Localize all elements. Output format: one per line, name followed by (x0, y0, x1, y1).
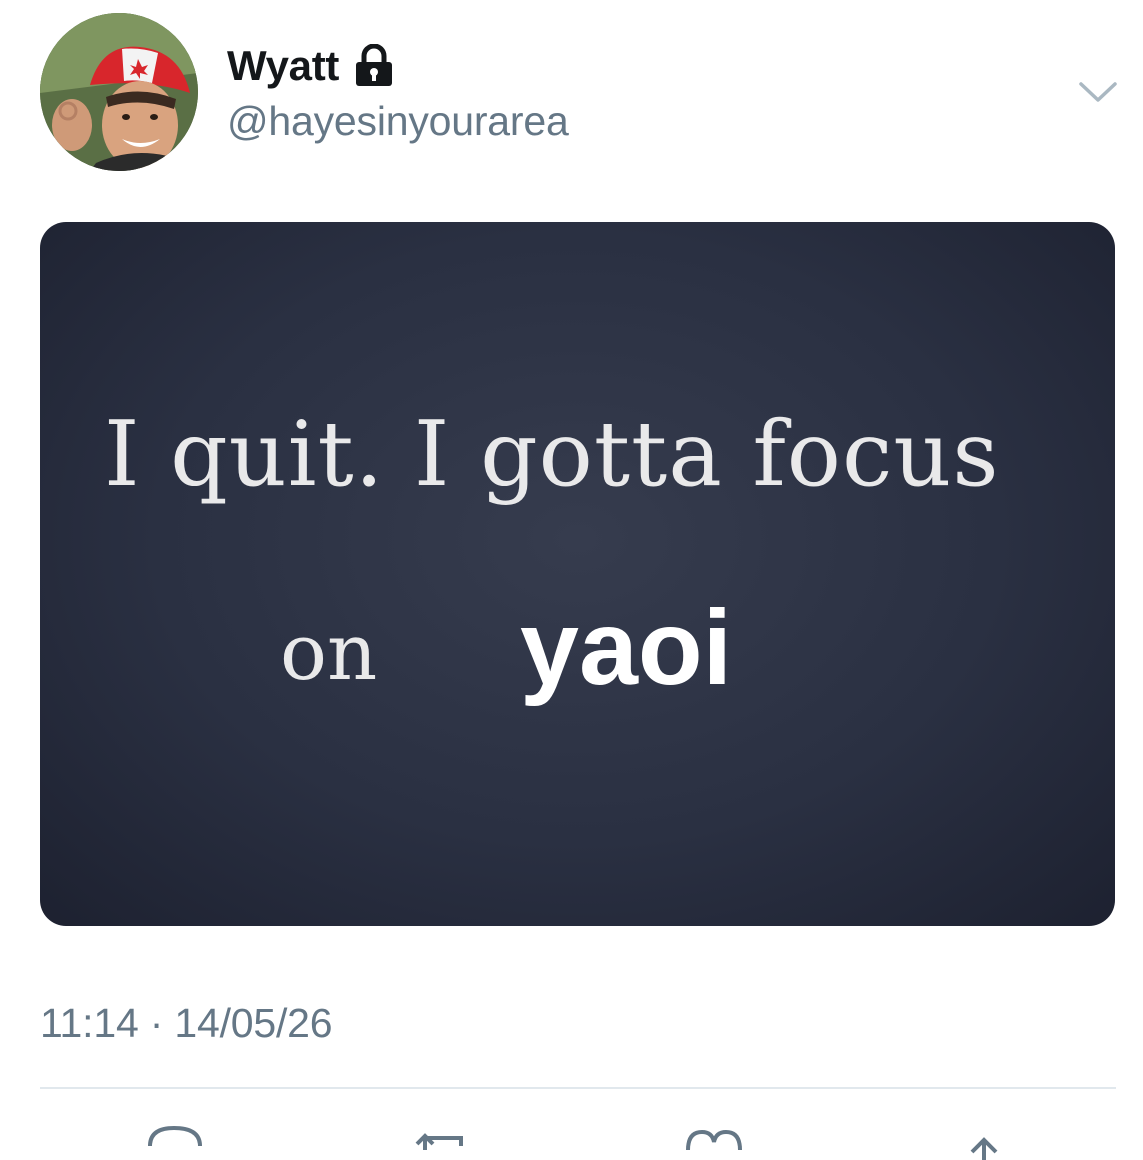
heart-icon (686, 1129, 742, 1151)
user-name-row[interactable]: Wyatt (227, 40, 395, 92)
tweet-media-image[interactable]: I quit. I gotta focus on yaoi (40, 222, 1115, 926)
like-button[interactable] (680, 1120, 750, 1160)
media-caption-line1: I quit. I gotta focus (104, 402, 1000, 507)
share-button[interactable] (950, 1120, 1020, 1160)
lock-icon (353, 43, 395, 88)
tweet-timestamp[interactable]: 11:14 · 14/05/26 (40, 1000, 333, 1047)
retweet-icon (415, 1133, 463, 1150)
avatar[interactable] (40, 13, 198, 171)
share-icon (970, 1137, 998, 1160)
reply-button[interactable] (140, 1120, 210, 1160)
chevron-down-icon[interactable] (1078, 76, 1118, 106)
reply-icon (148, 1125, 202, 1147)
divider (40, 1087, 1116, 1089)
media-caption-line2: on (280, 608, 378, 698)
display-name[interactable]: Wyatt (227, 42, 339, 90)
media-caption-emphasis: yaoi (520, 589, 733, 707)
retweet-button[interactable] (405, 1120, 475, 1160)
user-handle[interactable]: @hayesinyourarea (227, 98, 569, 145)
tweet-detail: Wyatt @hayesinyourarea I quit. I gotta f… (0, 0, 1143, 1160)
